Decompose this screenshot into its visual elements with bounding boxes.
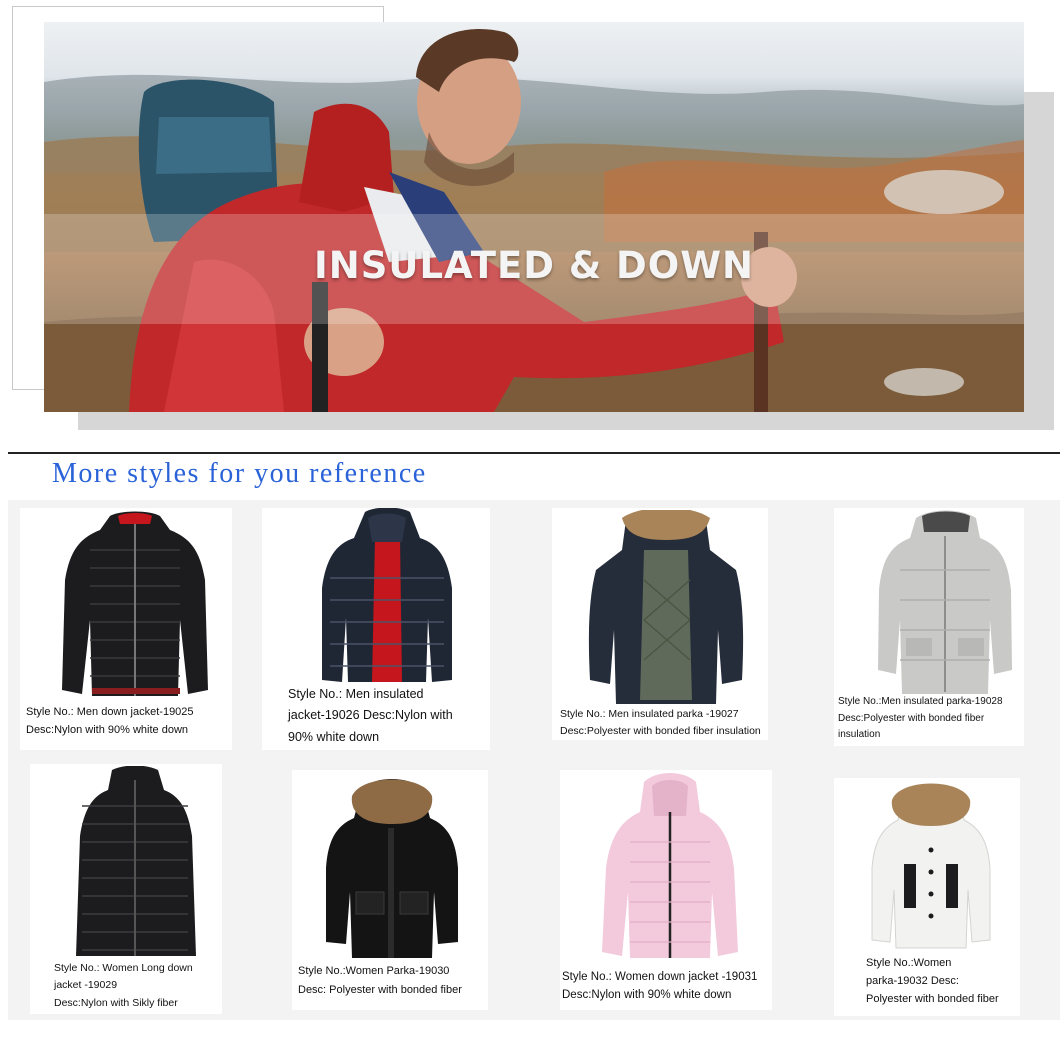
- description: insulation: [838, 729, 881, 740]
- product-card[interactable]: Style No.:Women parka-19032 Desc: Polyes…: [834, 778, 1020, 1016]
- product-caption: Style No.: Men insulated parka -19027 De…: [560, 706, 761, 740]
- style-number: jacket -19029: [54, 979, 118, 992]
- product-card[interactable]: Style No.: Men down jacket-19025 Desc:Ny…: [20, 508, 232, 750]
- product-card[interactable]: Style No.:Women Parka-19030 Desc: Polyes…: [292, 770, 488, 1010]
- product-card[interactable]: Style No.: Women down jacket -19031 Desc…: [560, 770, 772, 1010]
- product-card[interactable]: Style No.: Men insulated jacket-19026 De…: [262, 508, 490, 750]
- style-number: Style No.: Women Long down: [54, 962, 193, 974]
- style-number: Style No.: Women down jacket -19031: [562, 971, 758, 983]
- style-number: Style No.:Women Parka-19030: [298, 965, 450, 977]
- product-caption: Style No.: Women Long down jacket -19029…: [54, 960, 193, 1012]
- women-parka-image: [326, 779, 458, 958]
- product-card[interactable]: Style No.: Women Long down jacket -19029…: [30, 764, 222, 1014]
- product-caption: Style No.: Men insulated jacket-19026 De…: [288, 684, 453, 748]
- men-insulated-parka-grey-image: [878, 510, 1012, 694]
- description: Desc:Nylon with 90% white down: [26, 723, 189, 736]
- men-insulated-jacket-image: [322, 508, 452, 682]
- hero-banner: INSULATED & DOWN: [44, 22, 1024, 412]
- banner-title: INSULATED & DOWN: [314, 244, 754, 287]
- style-number: Style No.: Men insulated parka -19027: [560, 708, 739, 720]
- style-number: Style No.: Men insulated: [288, 687, 424, 701]
- description: Desc: Polyester with bonded fiber: [298, 984, 462, 997]
- women-down-jacket-image: [602, 773, 738, 958]
- description: jacket-19026 Desc:Nylon with: [288, 708, 453, 723]
- description: Polyester with bonded fiber: [866, 993, 999, 1006]
- section-divider: [8, 452, 1060, 454]
- product-card[interactable]: Style No.: Men insulated parka -19027 De…: [552, 508, 768, 740]
- description: Desc:Polyester with bonded fiber: [838, 712, 985, 724]
- description: Desc:Nylon with 90% white down: [562, 989, 732, 1002]
- product-caption: Style No.:Women parka-19032 Desc: Polyes…: [866, 954, 999, 1008]
- product-card[interactable]: Style No.:Men insulated parka-19028 Desc…: [834, 508, 1024, 746]
- product-caption: Style No.: Women down jacket -19031 Desc…: [562, 968, 757, 1005]
- style-number: Style No.: Men down jacket-19025: [26, 706, 194, 718]
- style-number: Style No.:Men insulated parka-19028: [838, 696, 1003, 707]
- description: Desc:Nylon with Sikly fiber: [54, 996, 178, 1009]
- style-number: parka-19032 Desc:: [866, 975, 959, 988]
- product-caption: Style No.:Men insulated parka-19028 Desc…: [838, 694, 1003, 744]
- description: Desc:Polyester with bonded fiber insulat…: [560, 724, 761, 737]
- women-parka-white-image: [871, 783, 991, 949]
- style-number: Style No.:Women: [866, 957, 952, 969]
- section-heading: More styles for you reference: [52, 458, 427, 489]
- product-caption: Style No.: Men down jacket-19025 Desc:Ny…: [26, 704, 194, 739]
- men-down-jacket-image: [62, 511, 208, 696]
- men-insulated-parka-image: [588, 510, 744, 704]
- product-caption: Style No.:Women Parka-19030 Desc: Polyes…: [298, 962, 462, 1001]
- women-long-down-jacket-image: [76, 766, 196, 956]
- description: 90% white down: [288, 729, 380, 744]
